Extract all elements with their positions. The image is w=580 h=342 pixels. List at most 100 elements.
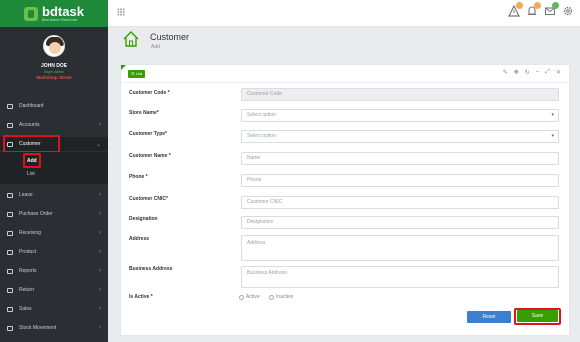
gear-icon[interactable] xyxy=(562,5,574,18)
cnic-input[interactable]: Customer CNIC xyxy=(241,196,559,209)
customer-form-panel: ☰ List ✎ ✥ ↻ – ⤢ ✕ Customer Code * Custo… xyxy=(120,64,570,336)
panel-tools: ✎ ✥ ↻ – ⤢ ✕ xyxy=(503,69,561,76)
sidebar-item-product[interactable]: Product ‹ xyxy=(0,245,108,259)
sidebar-item-label: Dashboard xyxy=(19,103,44,109)
store-name-label: Store Name* xyxy=(129,110,159,116)
highlight-add xyxy=(23,153,41,168)
radio-circle-icon xyxy=(239,294,244,300)
chevron-left-icon: ‹ xyxy=(99,122,101,128)
home-icon xyxy=(123,31,139,47)
active-radio-label: Active xyxy=(246,294,260,300)
cart-icon xyxy=(7,306,13,312)
content-header: Customer Add xyxy=(108,27,580,57)
refresh-icon[interactable]: ↻ xyxy=(525,69,530,76)
customer-type-select[interactable]: Select option ▾ xyxy=(241,130,559,143)
user-store: Multishop Street xyxy=(36,75,72,80)
list-icon xyxy=(7,211,13,217)
eye-icon xyxy=(7,230,13,236)
apps-grid-icon[interactable] xyxy=(117,8,125,16)
customer-name-input[interactable]: Name xyxy=(241,152,559,165)
list-button-label: List xyxy=(135,71,142,76)
brand-name: bdtask xyxy=(42,3,84,19)
sidebar-item-label: Return xyxy=(19,287,35,293)
sidebar-item-purchase-order[interactable]: Puchase Order ‹ xyxy=(0,207,108,221)
sidebar-item-label: Reports xyxy=(19,268,37,274)
sidebar-item-label: Sales xyxy=(19,306,32,312)
business-address-label: Business Address xyxy=(129,266,173,272)
customer-name-label: Customer Name * xyxy=(129,153,171,159)
customer-code-field[interactable]: Customer Code xyxy=(241,88,559,101)
page-title: Customer xyxy=(150,32,190,42)
folder-icon xyxy=(7,122,13,128)
address-textarea[interactable]: Address xyxy=(241,235,559,261)
sidebar-item-label: Accounts xyxy=(19,122,40,128)
expand-icon[interactable]: ⤢ xyxy=(545,69,550,76)
sidebar-item-label: Product xyxy=(19,249,37,255)
sidebar-item-label: Stock Movement xyxy=(19,325,57,331)
sidebar-item-stock-movement[interactable]: Stock Movement ‹ xyxy=(0,321,108,335)
printer-icon xyxy=(7,268,13,274)
reset-button[interactable]: Reset xyxy=(467,311,511,323)
folder-icon xyxy=(7,325,13,331)
designation-input[interactable]: Designation xyxy=(241,216,559,229)
user-name: JOHN DOE xyxy=(40,63,68,69)
logo[interactable]: bdtask Best Admin Panel ever xyxy=(0,0,108,27)
sidebar-item-return[interactable]: Return ‹ xyxy=(0,283,108,297)
inactive-radio[interactable]: Inactive xyxy=(269,294,293,300)
business-address-textarea[interactable]: Business Address xyxy=(241,266,559,288)
active-radio[interactable]: Active xyxy=(239,294,260,300)
move-icon[interactable]: ✥ xyxy=(514,69,519,76)
sidebar-item-dashboard[interactable]: Dashboard xyxy=(0,99,108,113)
page-subtitle: Add xyxy=(151,44,160,50)
panel-corner-flag xyxy=(121,65,126,70)
highlight-save xyxy=(514,308,561,325)
folder-icon xyxy=(7,249,13,255)
avatar[interactable] xyxy=(43,35,65,57)
mail-icon[interactable] xyxy=(544,2,559,18)
sidebar-item-reports[interactable]: Reports ‹ xyxy=(0,264,108,278)
panel-header: ☰ List ✎ ✥ ↻ – ⤢ ✕ xyxy=(121,65,569,83)
warning-icon[interactable] xyxy=(508,2,523,18)
address-label: Address xyxy=(129,236,150,242)
caret-down-icon: ▾ xyxy=(551,112,554,118)
chevron-left-icon: ‹ xyxy=(99,192,101,198)
cnic-label: Customer CNIC* xyxy=(129,196,168,202)
highlight-customer xyxy=(3,135,60,153)
chevron-left-icon: ‹ xyxy=(99,211,101,217)
customer-type-label: Customer Type* xyxy=(129,131,167,137)
radio-circle-icon xyxy=(269,294,274,300)
store-name-select[interactable]: Select option ▾ xyxy=(241,109,559,122)
user-status: Super Admin xyxy=(43,70,65,74)
sidebar-item-accounts[interactable]: Accounts ‹ xyxy=(0,118,108,132)
chevron-left-icon: ‹ xyxy=(99,306,101,312)
sidebar-item-lease[interactable]: Lease ‹ xyxy=(0,188,108,202)
caret-down-icon: ▾ xyxy=(551,133,554,139)
sidebar-item-sales[interactable]: Sales ‹ xyxy=(0,302,108,316)
cart-icon xyxy=(7,192,13,198)
close-icon[interactable]: ✕ xyxy=(556,69,561,76)
notification-badge xyxy=(534,2,541,9)
bell-icon[interactable] xyxy=(526,2,541,18)
chevron-left-icon: ‹ xyxy=(99,230,101,236)
phone-label: Phone * xyxy=(129,174,148,180)
store-name-value: Select option xyxy=(247,112,276,118)
sidebar-item-label: Receiving xyxy=(19,230,41,236)
customer-submenu xyxy=(0,152,108,184)
customer-type-value: Select option xyxy=(247,133,276,139)
chevron-left-icon: ‹ xyxy=(99,249,101,255)
minimize-icon[interactable]: – xyxy=(536,69,539,76)
chevron-left-icon: ‹ xyxy=(99,325,101,331)
is-active-label: Is Active * xyxy=(129,294,153,300)
list-button[interactable]: ☰ List xyxy=(128,70,145,78)
sidebar-item-label: Puchase Order xyxy=(19,211,53,217)
customer-code-label: Customer Code * xyxy=(129,90,170,96)
phone-input[interactable]: Phone xyxy=(241,174,559,187)
sidebar-item-receiving[interactable]: Receiving ‹ xyxy=(0,226,108,240)
chevron-down-icon: ⌄ xyxy=(95,141,101,148)
designation-label: Designation xyxy=(129,216,158,222)
edit-icon[interactable]: ✎ xyxy=(503,69,508,76)
submenu-item-list[interactable]: List xyxy=(27,171,35,177)
inactive-radio-label: Inactive xyxy=(276,294,294,300)
chevron-left-icon: ‹ xyxy=(99,268,101,274)
notification-badge xyxy=(552,2,559,9)
